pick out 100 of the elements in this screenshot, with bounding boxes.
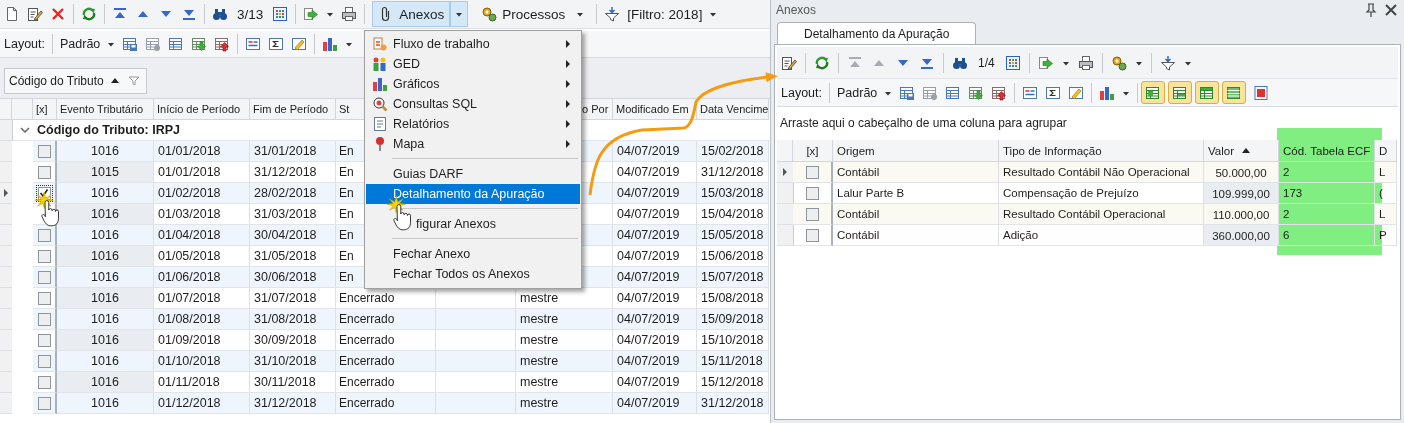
checkbox[interactable] bbox=[37, 249, 51, 263]
summary-icon[interactable] bbox=[268, 36, 285, 52]
table-cell: 01/04/2018 bbox=[154, 225, 250, 246]
menu-item[interactable]: Fluxo de trabalho bbox=[366, 34, 580, 54]
column-header[interactable]: D bbox=[1375, 140, 1397, 162]
menu-item[interactable]: Gráficos bbox=[366, 74, 580, 94]
import-layout-icon[interactable] bbox=[968, 84, 985, 101]
checkbox[interactable] bbox=[37, 312, 51, 326]
checkbox[interactable] bbox=[37, 144, 51, 158]
table-cell: 1016 bbox=[57, 288, 154, 309]
table-cell: 15/09/2018 bbox=[697, 309, 769, 330]
table-cell: 110.000,00 bbox=[1204, 204, 1279, 225]
column-header[interactable]: [x] bbox=[33, 99, 57, 120]
edit-icon[interactable] bbox=[781, 54, 797, 71]
import-layout-icon[interactable] bbox=[191, 36, 208, 52]
delete-icon[interactable] bbox=[50, 6, 66, 22]
pin-icon[interactable] bbox=[1363, 2, 1379, 18]
layout-preset[interactable]: Padrão bbox=[837, 85, 878, 100]
menu-item[interactable]: Detalhamento da Apuração bbox=[366, 184, 580, 204]
table-cell: 01/06/2018 bbox=[154, 267, 250, 288]
checkbox[interactable] bbox=[37, 270, 51, 284]
checkbox[interactable] bbox=[805, 228, 819, 242]
tab[interactable]: Detalhamento da Apuração bbox=[777, 22, 977, 44]
checkbox[interactable] bbox=[805, 186, 819, 200]
save-layout-icon[interactable] bbox=[899, 84, 916, 101]
checkbox[interactable] bbox=[805, 165, 819, 179]
table-cell: 28/02/2018 bbox=[250, 183, 336, 204]
filter-icon[interactable] bbox=[1159, 54, 1176, 71]
binoculars-icon[interactable] bbox=[212, 6, 228, 22]
menu-item[interactable]: GED bbox=[366, 54, 580, 74]
header-cell bbox=[777, 140, 793, 162]
printer-icon[interactable] bbox=[1077, 54, 1094, 71]
checkbox[interactable] bbox=[37, 165, 51, 179]
table-cell: 15/07/2018 bbox=[697, 267, 769, 288]
table-cell: 1016 bbox=[57, 141, 154, 162]
export-icon[interactable] bbox=[1037, 54, 1054, 71]
filter-icon[interactable] bbox=[604, 6, 621, 22]
remove-layout-icon[interactable] bbox=[922, 84, 939, 101]
format-icon[interactable] bbox=[1068, 84, 1085, 101]
edit-icon[interactable] bbox=[27, 6, 43, 22]
report-icon bbox=[371, 116, 388, 132]
color-grid-icon[interactable] bbox=[272, 6, 289, 22]
gears-icon[interactable] bbox=[481, 6, 498, 22]
attachments-button[interactable]: Anexos bbox=[372, 1, 451, 27]
printer-icon[interactable] bbox=[341, 6, 358, 22]
column-chooser-icon[interactable] bbox=[245, 36, 262, 52]
column-header[interactable]: [x] bbox=[793, 140, 833, 162]
bar-chart-icon[interactable] bbox=[322, 36, 339, 52]
column-header[interactable]: Valor bbox=[1204, 140, 1279, 162]
table-cell: 15/02/2018 bbox=[697, 141, 769, 162]
save-layout-icon[interactable] bbox=[122, 36, 139, 52]
column-header[interactable]: Evento Tributário bbox=[57, 99, 154, 120]
column-header[interactable]: Início de Período bbox=[154, 99, 250, 120]
remove-layout-icon[interactable] bbox=[145, 36, 162, 52]
export-layout-icon[interactable] bbox=[214, 36, 231, 52]
menu-item[interactable]: Consultas SQL bbox=[366, 94, 580, 114]
table-cell: 04/07/2019 bbox=[613, 141, 697, 162]
processes-button[interactable]: Processos bbox=[475, 1, 572, 27]
table-cell: 31/12/2018 bbox=[697, 393, 769, 414]
menu-item[interactable]: Relatórios bbox=[366, 114, 580, 134]
refresh-icon[interactable] bbox=[81, 6, 97, 22]
format-icon[interactable] bbox=[291, 36, 308, 52]
group-chip[interactable]: Código do Tributo bbox=[4, 68, 147, 94]
checkbox[interactable] bbox=[805, 207, 819, 221]
layout-label: Layout: bbox=[781, 85, 822, 100]
checkbox[interactable] bbox=[37, 354, 51, 368]
checkbox[interactable] bbox=[37, 396, 51, 410]
table-cell: 1016 bbox=[57, 183, 154, 204]
export-icon[interactable] bbox=[303, 6, 320, 22]
summary-icon[interactable] bbox=[1045, 84, 1062, 101]
table-icon[interactable] bbox=[168, 36, 185, 52]
column-header[interactable]: Fim de Período bbox=[250, 99, 336, 120]
table-cell: 31/01/2018 bbox=[250, 141, 336, 162]
table-cell: 1016 bbox=[57, 267, 154, 288]
gears-icon[interactable] bbox=[1110, 54, 1127, 71]
checkbox[interactable] bbox=[37, 291, 51, 305]
table-cell: 1016 bbox=[57, 372, 154, 393]
table-cell: 04/07/2019 bbox=[613, 309, 697, 330]
filter-label[interactable]: [Filtro: 2018] bbox=[627, 6, 703, 22]
new-document-icon[interactable] bbox=[4, 6, 20, 22]
checkbox[interactable] bbox=[37, 333, 51, 347]
export-layout-icon[interactable] bbox=[991, 84, 1008, 101]
column-chooser-icon[interactable] bbox=[1022, 84, 1039, 101]
color-grid-icon[interactable] bbox=[1004, 54, 1021, 71]
bar-chart-icon[interactable] bbox=[1099, 84, 1116, 101]
chip-label: Código do Tributo bbox=[9, 74, 104, 88]
close-icon[interactable] bbox=[1383, 2, 1399, 18]
checkbox[interactable] bbox=[37, 228, 51, 242]
column-header[interactable]: Tipo de Informação bbox=[999, 140, 1204, 162]
table-cell: 01/12/2018 bbox=[154, 393, 250, 414]
column-header[interactable]: Modificado Em bbox=[613, 99, 697, 120]
table-cell: 109.999,00 bbox=[1204, 183, 1279, 204]
table-icon[interactable] bbox=[945, 84, 962, 101]
dropdown-button[interactable] bbox=[450, 1, 469, 27]
checkbox[interactable] bbox=[37, 375, 51, 389]
layout-preset[interactable]: Padrão bbox=[60, 37, 101, 51]
column-header[interactable]: Data Vencime bbox=[697, 99, 769, 120]
refresh-icon[interactable] bbox=[814, 54, 830, 71]
column-header[interactable]: Origem bbox=[833, 140, 999, 162]
table-cell: 50.000,00 bbox=[1204, 162, 1279, 183]
